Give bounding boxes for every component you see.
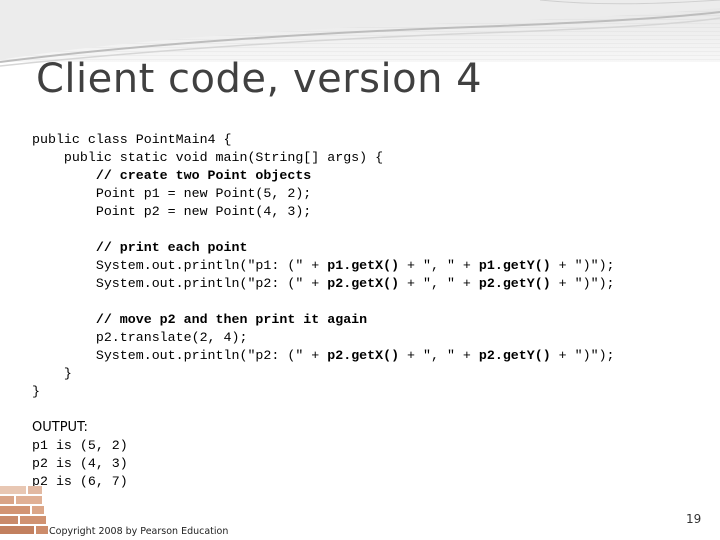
code-fragment: System.out.println("p2: (" +: [32, 276, 328, 291]
code-expression: p2.getY(): [478, 276, 551, 291]
code-line: }: [32, 366, 72, 381]
code-line: System.out.println("p2: (" + p2.getX() +…: [32, 275, 615, 293]
code-fragment: System.out.println("p1: (" +: [32, 258, 328, 273]
code-line: System.out.println("p1: (" + p1.getX() +…: [32, 257, 615, 275]
page-number: 19: [686, 512, 702, 526]
code-expression: p2.getX(): [327, 348, 400, 363]
slide-title: Client code, version 4: [36, 56, 483, 102]
code-line: // print each point: [32, 240, 248, 255]
code-expression: p1.getX(): [327, 258, 400, 273]
code-line: Point p2 = new Point(4, 3);: [32, 204, 312, 219]
code-fragment: + ", " +: [399, 258, 479, 273]
code-line: System.out.println("p2: (" + p2.getX() +…: [32, 347, 615, 365]
code-fragment: + ", " +: [399, 348, 479, 363]
code-expression: p2.getY(): [478, 348, 551, 363]
output-line: p2 is (4, 3): [32, 456, 128, 471]
code-fragment: + ", " +: [399, 276, 479, 291]
code-fragment: + ")");: [550, 348, 615, 363]
code-line: // move p2 and then print it again: [32, 312, 368, 327]
code-block: public class PointMain4 { public static …: [32, 131, 615, 401]
copyright-notice: Copyright 2008 by Pearson Education: [49, 526, 229, 537]
output-label: OUTPUT:: [32, 420, 88, 435]
code-line: Point p1 = new Point(5, 2);: [32, 186, 312, 201]
code-expression: p1.getY(): [478, 258, 551, 273]
code-expression: p2.getX(): [327, 276, 400, 291]
code-fragment: System.out.println("p2: (" +: [32, 348, 328, 363]
code-line: public class PointMain4 {: [32, 132, 232, 147]
code-line: }: [32, 384, 40, 399]
code-line: public static void main(String[] args) {: [32, 150, 384, 165]
output-line: p1 is (5, 2): [32, 438, 128, 453]
code-line: p2.translate(2, 4);: [32, 330, 248, 345]
code-line: // create two Point objects: [32, 168, 312, 183]
code-fragment: + ")");: [550, 276, 615, 291]
code-fragment: + ")");: [550, 258, 615, 273]
